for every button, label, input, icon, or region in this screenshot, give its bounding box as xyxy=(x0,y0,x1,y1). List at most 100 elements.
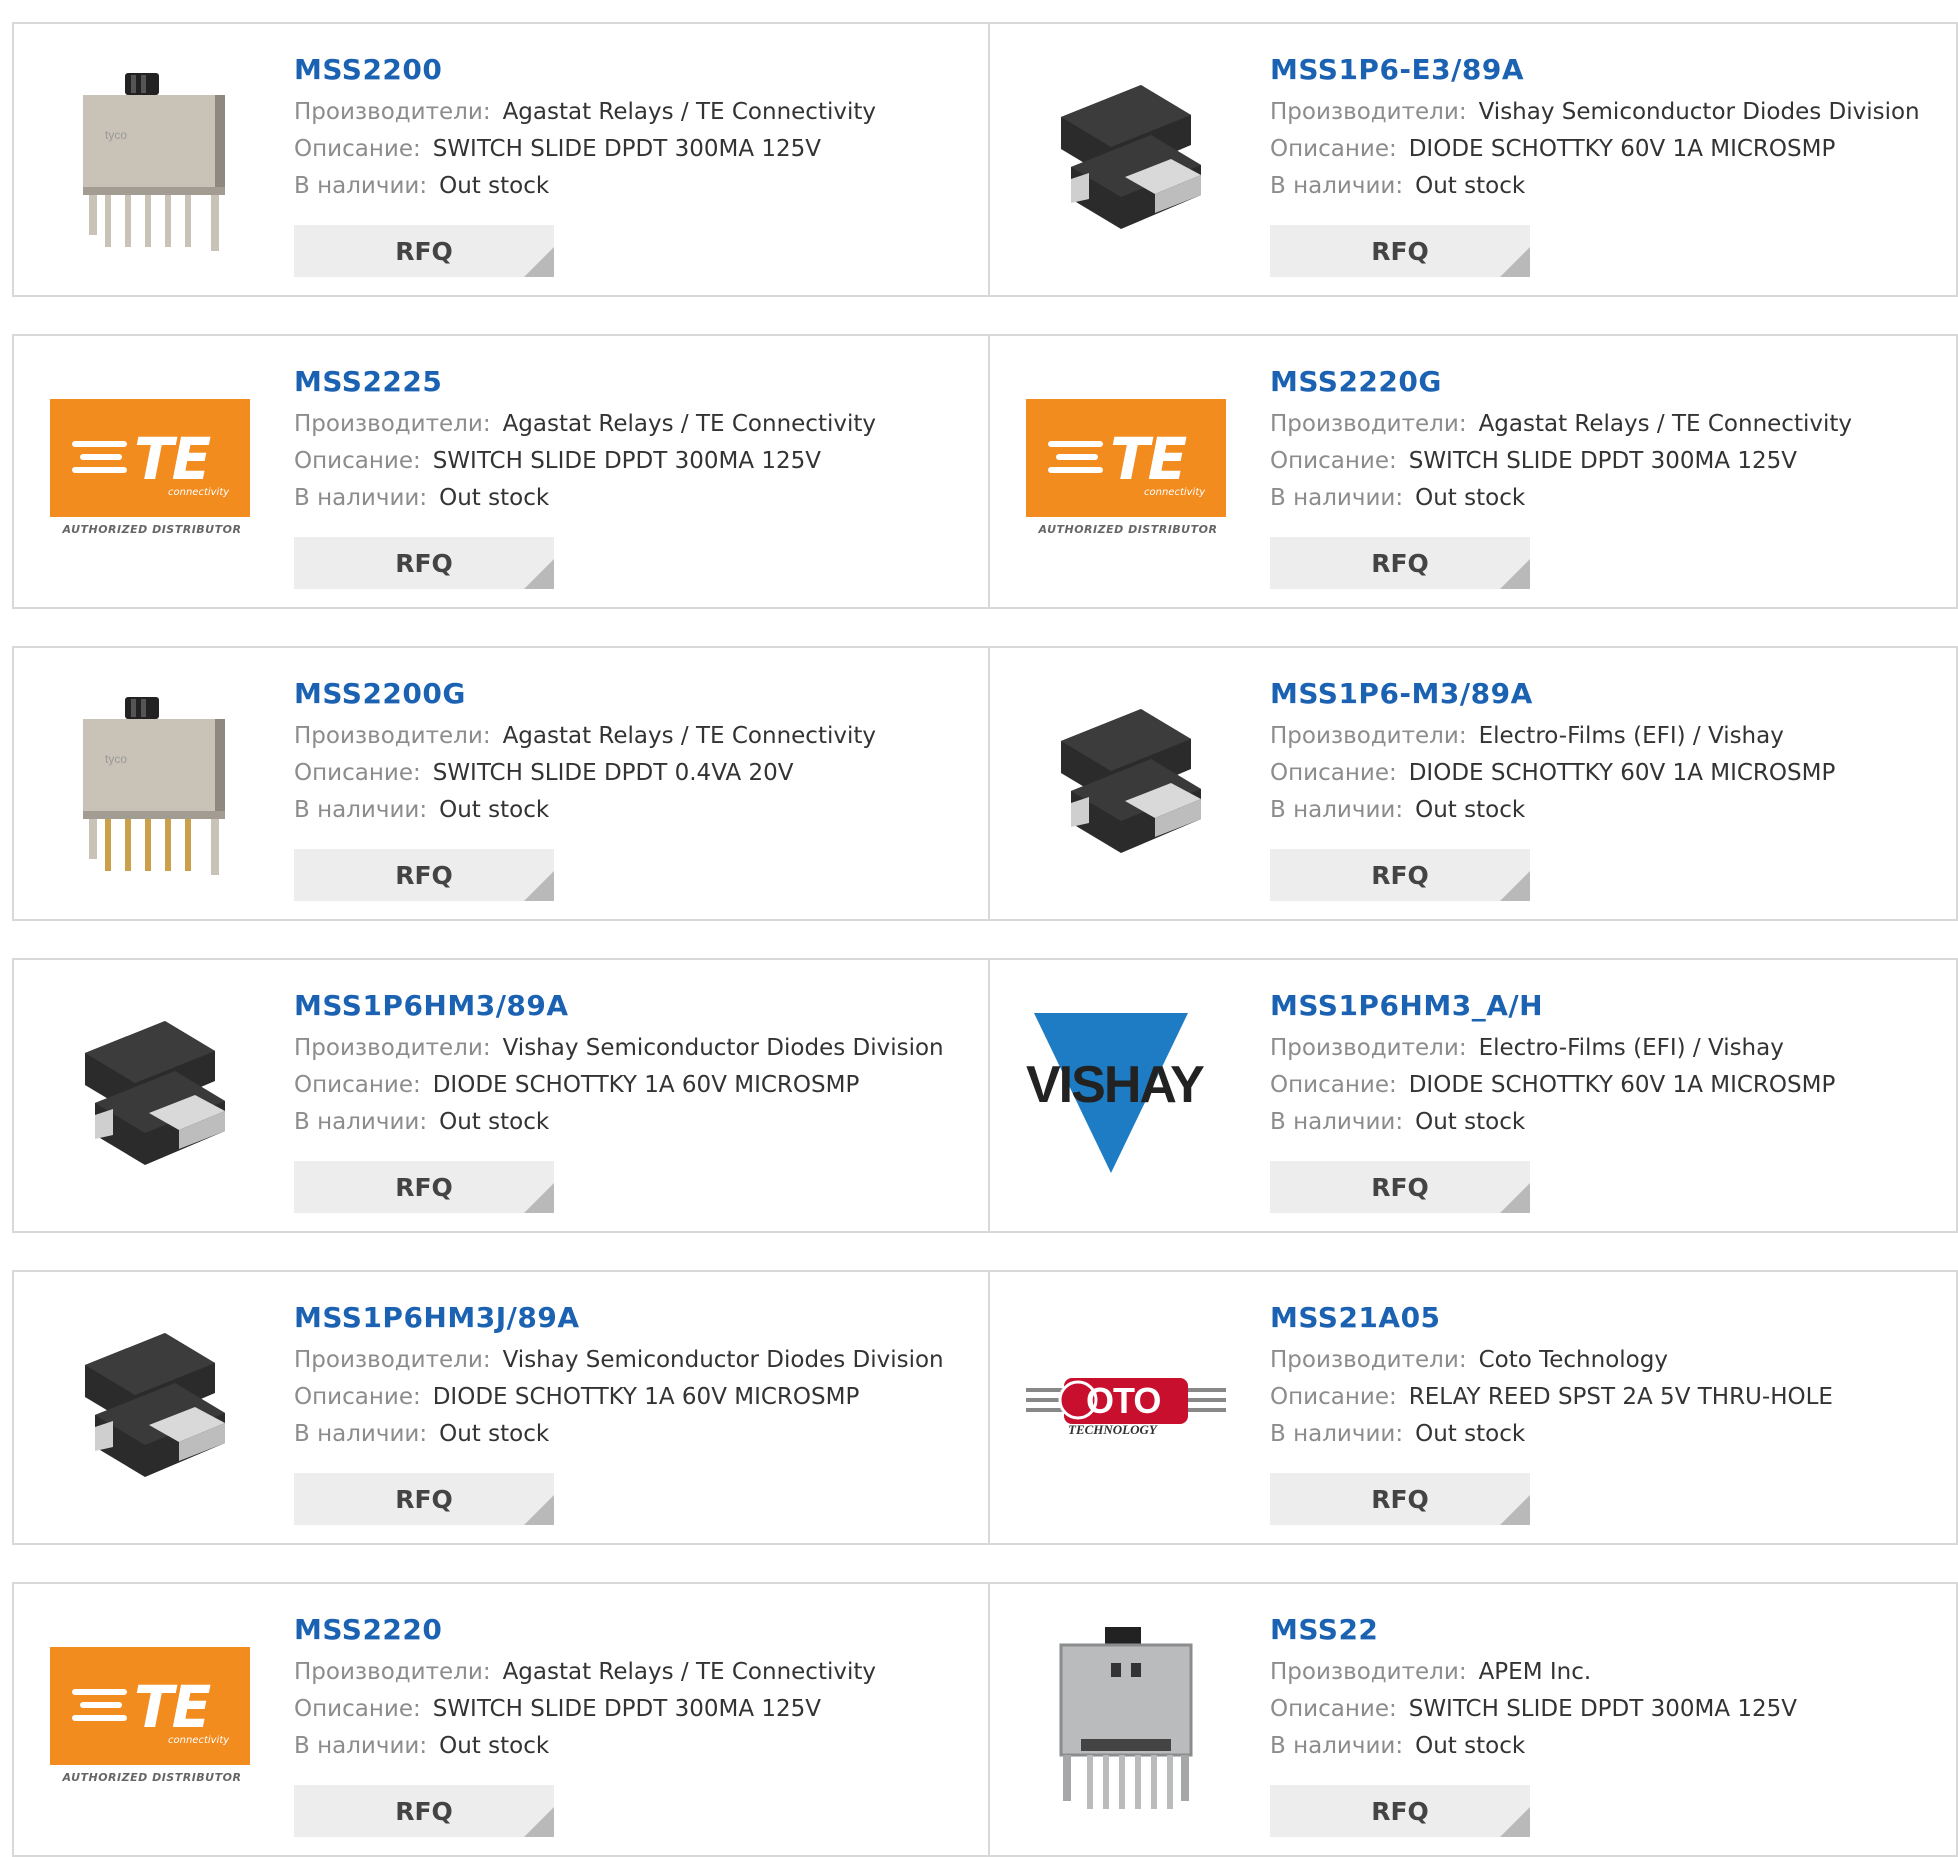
manufacturer-value: Electro-Films (EFI) / Vishay xyxy=(1478,723,1784,749)
slide-switch-picture: tyco xyxy=(83,697,225,875)
description-label: Описание: xyxy=(1270,1696,1397,1722)
product-image[interactable] xyxy=(1026,1622,1226,1822)
stock-row: В наличии: Out stock xyxy=(1270,1104,1946,1141)
description-value: SWITCH SLIDE DPDT 300MA 125V xyxy=(1408,448,1798,474)
product-image[interactable]: TE connectivity AUTHORIZED DISTRIBUTOR xyxy=(50,1622,250,1822)
manufacturer-label: Производители: xyxy=(1270,1347,1467,1373)
part-number-link[interactable]: MSS21A05 xyxy=(1270,1300,1946,1336)
rfq-button[interactable]: RFQ xyxy=(1270,1473,1530,1525)
product-image[interactable]: tyco xyxy=(50,686,250,886)
part-number-link[interactable]: MSS1P6HM3J/89A xyxy=(294,1300,978,1336)
description-label: Описание: xyxy=(294,1696,421,1722)
coto-technology-logo: OTO TECHNOLOGY xyxy=(1026,1370,1226,1450)
part-number-link[interactable]: MSS1P6-M3/89A xyxy=(1270,676,1946,712)
manufacturer-row: Производители: Coto Technology xyxy=(1270,1342,1946,1379)
stock-value: Out stock xyxy=(1415,1733,1526,1759)
manufacturer-label: Производители: xyxy=(1270,1659,1467,1685)
product-image[interactable] xyxy=(1026,62,1226,262)
description-value: DIODE SCHOTTKY 1A 60V MICROSMP xyxy=(432,1072,860,1098)
rfq-button[interactable]: RFQ xyxy=(294,1473,554,1525)
product-card: tyco MSS2200 Производители: Agastat Relay… xyxy=(12,22,990,297)
manufacturer-label: Производители: xyxy=(294,723,491,749)
part-number-link[interactable]: MSS2220G xyxy=(1270,364,1946,400)
description-value: DIODE SCHOTTKY 60V 1A MICROSMP xyxy=(1408,136,1836,162)
stock-label: В наличии: xyxy=(1270,1421,1404,1447)
product-image[interactable] xyxy=(50,1310,250,1510)
stock-row: В наличии: Out stock xyxy=(1270,792,1946,829)
corner-triangle-icon xyxy=(524,1807,554,1837)
stock-row: В наличии: Out stock xyxy=(294,792,978,829)
manufacturer-value: APEM Inc. xyxy=(1478,1659,1592,1685)
product-card: OTO TECHNOLOGY MSS21A05 Производители: Co… xyxy=(990,1270,1958,1545)
product-info: MSS2200G Производители: Agastat Relays / … xyxy=(294,676,978,829)
rfq-button[interactable]: RFQ xyxy=(1270,225,1530,277)
smd-diode-picture xyxy=(85,1021,225,1165)
manufacturer-value: Agastat Relays / TE Connectivity xyxy=(502,1659,876,1685)
stock-label: В наличии: xyxy=(1270,485,1404,511)
description-label: Описание: xyxy=(1270,1072,1397,1098)
corner-triangle-icon xyxy=(1500,247,1530,277)
stock-row: В наличии: Out stock xyxy=(294,1728,978,1765)
rfq-label: RFQ xyxy=(395,1796,453,1826)
rfq-button[interactable]: RFQ xyxy=(1270,849,1530,901)
part-number-link[interactable]: MSS22 xyxy=(1270,1612,1946,1648)
description-row: Описание: SWITCH SLIDE DPDT 0.4VA 20V xyxy=(294,755,978,792)
manufacturer-label: Производители: xyxy=(1270,99,1467,125)
description-label: Описание: xyxy=(294,1072,421,1098)
rfq-button[interactable]: RFQ xyxy=(1270,1161,1530,1213)
part-number-link[interactable]: MSS2220 xyxy=(294,1612,978,1648)
apem-switch-picture xyxy=(1059,1627,1193,1809)
stock-value: Out stock xyxy=(1415,485,1526,511)
rfq-button[interactable]: RFQ xyxy=(1270,537,1530,589)
manufacturer-value: Agastat Relays / TE Connectivity xyxy=(502,723,876,749)
stock-value: Out stock xyxy=(439,173,550,199)
product-info: MSS1P6-E3/89A Производители: Vishay Semic… xyxy=(1270,52,1946,205)
description-row: Описание: DIODE SCHOTTKY 60V 1A MICROSMP xyxy=(1270,131,1946,168)
product-card: MSS1P6HM3J/89A Производители: Vishay Semi… xyxy=(12,1270,990,1545)
product-image[interactable]: TE connectivity AUTHORIZED DISTRIBUTOR xyxy=(50,374,250,574)
rfq-button[interactable]: RFQ xyxy=(1270,1785,1530,1837)
stock-value: Out stock xyxy=(439,1733,550,1759)
product-card: MSS1P6-M3/89A Производители: Electro-Film… xyxy=(990,646,1958,921)
product-info: MSS2200 Производители: Agastat Relays / T… xyxy=(294,52,978,205)
rfq-button[interactable]: RFQ xyxy=(294,849,554,901)
manufacturer-value: Electro-Films (EFI) / Vishay xyxy=(1478,1035,1784,1061)
description-row: Описание: SWITCH SLIDE DPDT 300MA 125V xyxy=(294,443,978,480)
part-number-link[interactable]: MSS1P6HM3_A/H xyxy=(1270,988,1946,1024)
product-info: MSS1P6HM3_A/H Производители: Electro-Film… xyxy=(1270,988,1946,1141)
rfq-button[interactable]: RFQ xyxy=(294,537,554,589)
corner-triangle-icon xyxy=(1500,1495,1530,1525)
manufacturer-row: Производители: Vishay Semiconductor Diode… xyxy=(294,1030,978,1067)
part-number-link[interactable]: MSS2200G xyxy=(294,676,978,712)
product-image[interactable]: TE connectivity AUTHORIZED DISTRIBUTOR xyxy=(1026,374,1226,574)
product-image[interactable]: tyco xyxy=(50,62,250,262)
manufacturer-label: Производители: xyxy=(294,411,491,437)
corner-triangle-icon xyxy=(524,559,554,589)
rfq-button[interactable]: RFQ xyxy=(294,1785,554,1837)
corner-triangle-icon xyxy=(1500,871,1530,901)
manufacturer-row: Производители: Electro-Films (EFI) / Vish… xyxy=(1270,718,1946,755)
part-number-link[interactable]: MSS1P6-E3/89A xyxy=(1270,52,1946,88)
description-row: Описание: DIODE SCHOTTKY 60V 1A MICROSMP xyxy=(1270,1067,1946,1104)
product-card: MSS1P6-E3/89A Производители: Vishay Semic… xyxy=(990,22,1958,297)
stock-value: Out stock xyxy=(1415,173,1526,199)
product-grid: tyco MSS2200 Производители: Agastat Relay… xyxy=(12,22,1958,1857)
rfq-button[interactable]: RFQ xyxy=(294,225,554,277)
manufacturer-label: Производители: xyxy=(294,1659,491,1685)
manufacturer-row: Производители: Vishay Semiconductor Diode… xyxy=(294,1342,978,1379)
product-image[interactable]: VISHAY xyxy=(1026,998,1226,1198)
rfq-button[interactable]: RFQ xyxy=(294,1161,554,1213)
manufacturer-value: Coto Technology xyxy=(1478,1347,1668,1373)
svg-text:tyco: tyco xyxy=(105,128,127,142)
part-number-link[interactable]: MSS2225 xyxy=(294,364,978,400)
product-image[interactable]: OTO TECHNOLOGY xyxy=(1026,1310,1226,1510)
stock-label: В наличии: xyxy=(294,485,428,511)
stock-value: Out stock xyxy=(439,485,550,511)
part-number-link[interactable]: MSS2200 xyxy=(294,52,978,88)
manufacturer-label: Производители: xyxy=(294,1035,491,1061)
description-row: Описание: SWITCH SLIDE DPDT 300MA 125V xyxy=(1270,443,1946,480)
product-image[interactable] xyxy=(1026,686,1226,886)
part-number-link[interactable]: MSS1P6HM3/89A xyxy=(294,988,978,1024)
corner-triangle-icon xyxy=(1500,559,1530,589)
product-image[interactable] xyxy=(50,998,250,1198)
